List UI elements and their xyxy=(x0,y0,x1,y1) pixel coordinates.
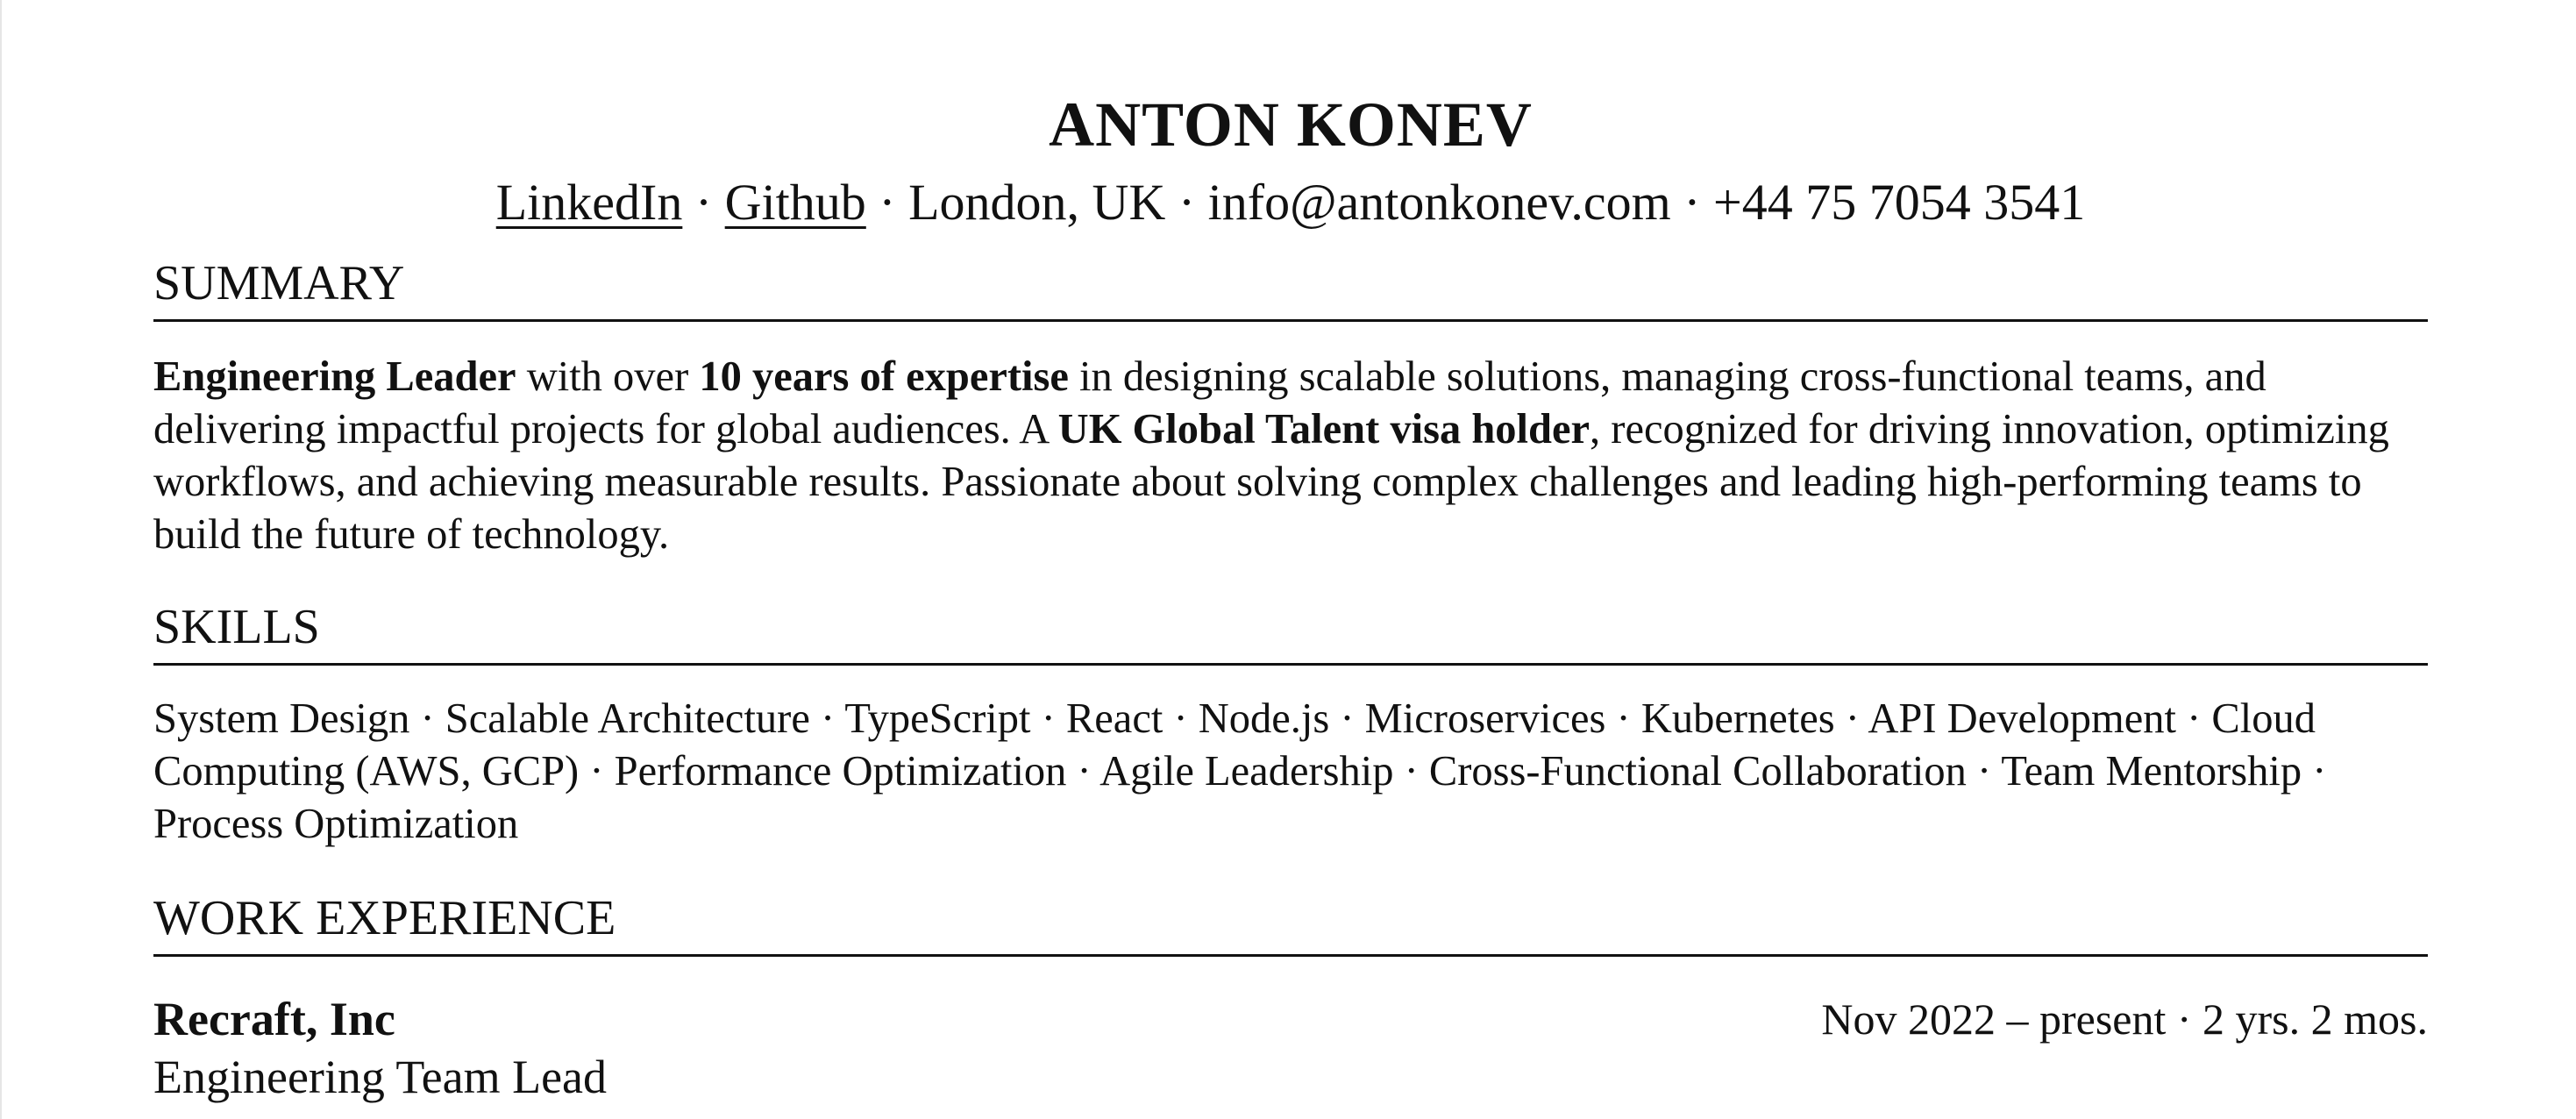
github-link[interactable]: Github xyxy=(725,174,866,231)
skill-item: API Development xyxy=(1868,695,2176,742)
job-role: Engineering Team Lead xyxy=(153,1051,608,1103)
separator: · xyxy=(1670,174,1714,231)
work-experience-divider xyxy=(153,954,2428,957)
summary-heading: SUMMARY xyxy=(153,256,405,310)
skill-item: React xyxy=(1065,695,1163,742)
linkedin-link[interactable]: LinkedIn xyxy=(496,174,683,231)
skill-item: Process Optimization xyxy=(153,801,519,847)
phone-text: +44 75 7054 3541 xyxy=(1713,174,2086,231)
separator: · xyxy=(865,174,909,231)
skill-item: Agile Leadership xyxy=(1099,748,1394,795)
summary-segment: with over xyxy=(516,353,700,400)
summary-highlight: UK Global Talent visa holder xyxy=(1057,406,1590,453)
separator: · xyxy=(1165,174,1208,231)
skill-item: Kubernetes xyxy=(1640,695,1835,742)
skills-divider xyxy=(153,663,2428,666)
work-experience-heading: WORK EXPERIENCE xyxy=(153,891,616,945)
resume-page: ANTON KONEV LinkedIn · Github · London, … xyxy=(0,0,2576,1119)
separator: · xyxy=(682,174,725,231)
location-text: London, UK xyxy=(908,174,1166,231)
summary-highlight: 10 years of expertise xyxy=(699,353,1069,400)
summary-text: Engineering Leader with over 10 years of… xyxy=(153,351,2433,561)
skill-item: Scalable Architecture xyxy=(445,695,810,742)
skill-item: Microservices xyxy=(1364,695,1606,742)
candidate-name: ANTON KONEV xyxy=(1049,89,1533,160)
skill-item: Team Mentorship xyxy=(2001,748,2302,795)
skill-item: TypeScript xyxy=(844,695,1031,742)
skill-item: Node.js xyxy=(1198,695,1330,742)
skill-item: System Design xyxy=(153,695,410,742)
summary-divider xyxy=(153,319,2428,322)
skills-list: System Design · Scalable Architecture · … xyxy=(153,695,2327,847)
job-dates: Nov 2022 – present · 2 yrs. 2 mos. xyxy=(1821,994,2428,1044)
skill-item: Cross-Functional Collaboration xyxy=(1428,748,1967,795)
skill-item: Performance Optimization xyxy=(614,748,1067,795)
contact-line: LinkedIn · Github · London, UK · info@an… xyxy=(153,172,2428,233)
skills-heading: SKILLS xyxy=(153,600,320,654)
company-name: Recraft, Inc xyxy=(153,993,395,1045)
summary-highlight: Engineering Leader xyxy=(153,353,516,400)
email-text: info@antonkonev.com xyxy=(1207,174,1671,231)
